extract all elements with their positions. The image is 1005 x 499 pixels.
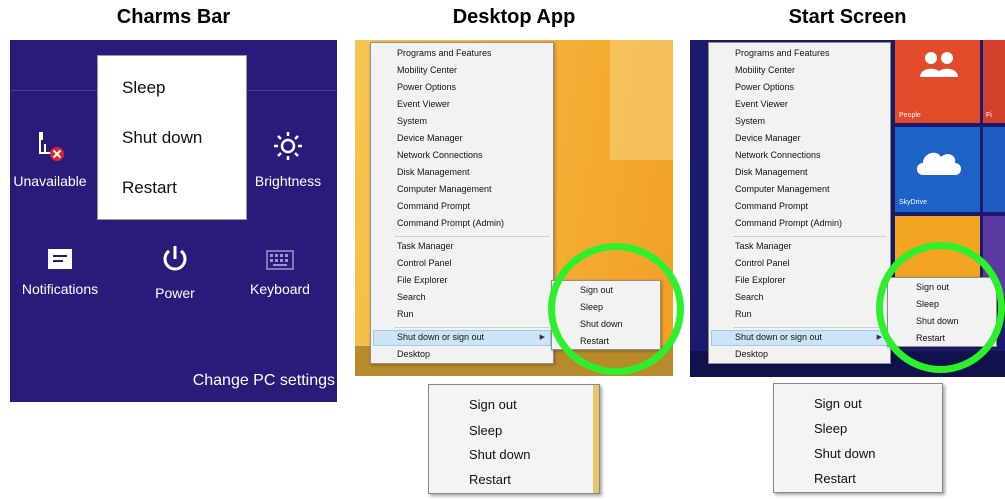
sign-out-option[interactable]: Sign out	[469, 397, 517, 412]
menu-item-disk-management[interactable]: Disk Management	[397, 167, 470, 177]
network-tile-label: Unavailable	[13, 173, 87, 189]
people-icon	[920, 52, 958, 77]
menu-separator	[395, 327, 549, 328]
network-tile[interactable]: Unavailable	[10, 130, 100, 189]
winx-context-menu-start: Programs and Features Mobility Center Powe…	[708, 42, 891, 364]
skydrive-tile[interactable]: SkyDrive	[895, 127, 980, 212]
change-pc-settings-link[interactable]: Change PC settings	[193, 372, 335, 390]
menu-separator	[395, 236, 549, 237]
menu-item-command-prompt-admin[interactable]: Command Prompt (Admin)	[397, 218, 504, 228]
menu-item-computer-management[interactable]: Computer Management	[735, 184, 830, 194]
menu-item-file-explorer[interactable]: File Explorer	[735, 275, 786, 285]
restart-option[interactable]: Restart	[814, 471, 856, 486]
skydrive-tile-label: SkyDrive	[899, 199, 928, 206]
menu-item-command-prompt[interactable]: Command Prompt	[735, 201, 808, 211]
heading-charms-bar: Charms Bar	[116, 6, 231, 28]
shutdown-submenu-enlarged-desktop: Sign out Sleep Shut down Restart	[428, 384, 600, 494]
menu-item-control-panel[interactable]: Control Panel	[397, 258, 452, 268]
keyboard-tile[interactable]: Keyboard	[230, 250, 330, 297]
menu-item-power-options[interactable]: Power Options	[397, 82, 456, 92]
menu-separator	[733, 327, 886, 328]
menu-item-desktop[interactable]: Desktop	[735, 349, 768, 359]
brightness-tile[interactable]: Brightness	[238, 130, 337, 189]
sleep-option[interactable]: Sleep	[814, 421, 847, 436]
menu-item-task-manager[interactable]: Task Manager	[397, 241, 454, 251]
cloud-icon	[917, 152, 961, 175]
menu-item-desktop[interactable]: Desktop	[397, 349, 430, 359]
menu-item-device-manager[interactable]: Device Manager	[735, 133, 801, 143]
shutdown-submenu-enlarged-start: Sign out Sleep Shut down Restart	[773, 383, 943, 493]
shut-down-option[interactable]: Shut down	[469, 447, 530, 462]
network-unavailable-icon	[10, 130, 100, 165]
menu-item-file-explorer[interactable]: File Explorer	[397, 275, 448, 285]
power-tile[interactable]: Power	[125, 244, 225, 301]
highlight-circle-desktop	[548, 243, 684, 375]
menu-item-network-connections[interactable]: Network Connections	[735, 150, 821, 160]
fi-tile[interactable]: Fi	[983, 40, 1005, 123]
menu-separator	[733, 236, 886, 237]
menu-item-mobility-center[interactable]: Mobility Center	[397, 65, 457, 75]
menu-item-system[interactable]: System	[397, 116, 427, 126]
menu-item-shut-down-or-sign-out[interactable]: Shut down or sign out	[735, 332, 822, 342]
brightness-icon	[238, 130, 337, 165]
menu-item-network-connections[interactable]: Network Connections	[397, 150, 483, 160]
brightness-tile-label: Brightness	[254, 173, 322, 189]
submenu-arrow-icon: ▶	[539, 334, 545, 341]
desktop-wallpaper-highlight	[610, 40, 673, 160]
menu-item-power-options[interactable]: Power Options	[735, 82, 794, 92]
charms-settings-panel: Unavailable Brightness Notifications Pow…	[10, 40, 337, 402]
menu-item-run[interactable]: Run	[397, 309, 414, 319]
menu-item-task-manager[interactable]: Task Manager	[735, 241, 792, 251]
menu-item-control-panel[interactable]: Control Panel	[735, 258, 790, 268]
menu-item-event-viewer[interactable]: Event Viewer	[397, 99, 450, 109]
window-edge	[593, 385, 599, 493]
menu-item-system[interactable]: System	[735, 116, 765, 126]
menu-item-programs-and-features[interactable]: Programs and Features	[397, 48, 492, 58]
fi-tile-label: Fi	[986, 112, 992, 119]
menu-item-command-prompt[interactable]: Command Prompt	[397, 201, 470, 211]
menu-item-device-manager[interactable]: Device Manager	[397, 133, 463, 143]
sign-out-option[interactable]: Sign out	[814, 396, 862, 411]
menu-item-mobility-center[interactable]: Mobility Center	[735, 65, 795, 75]
menu-item-event-viewer[interactable]: Event Viewer	[735, 99, 788, 109]
people-tile[interactable]: People	[895, 40, 980, 123]
people-tile-label: People	[899, 112, 921, 119]
sleep-option[interactable]: Sleep	[122, 78, 165, 98]
menu-item-shut-down-or-sign-out[interactable]: Shut down or sign out	[397, 332, 484, 342]
keyboard-icon	[230, 250, 330, 273]
keyboard-tile-label: Keyboard	[250, 281, 310, 297]
sleep-option[interactable]: Sleep	[469, 423, 502, 438]
notifications-tile[interactable]: Notifications	[10, 248, 110, 297]
menu-item-computer-management[interactable]: Computer Management	[397, 184, 492, 194]
shut-down-option[interactable]: Shut down	[814, 446, 875, 461]
tile-blue[interactable]	[983, 127, 1005, 212]
power-options-popup: Sleep Shut down Restart	[98, 56, 246, 219]
heading-start-screen: Start Screen	[788, 6, 907, 28]
highlight-circle-start	[876, 242, 1005, 373]
heading-desktop-app: Desktop App	[452, 6, 576, 28]
restart-option[interactable]: Restart	[469, 472, 511, 487]
menu-item-disk-management[interactable]: Disk Management	[735, 167, 808, 177]
restart-option[interactable]: Restart	[122, 178, 177, 198]
menu-item-programs-and-features[interactable]: Programs and Features	[735, 48, 830, 58]
menu-item-run[interactable]: Run	[735, 309, 752, 319]
winx-context-menu-desktop: Programs and Features Mobility Center Powe…	[370, 42, 554, 364]
notifications-tile-label: Notifications	[21, 281, 99, 297]
menu-item-search[interactable]: Search	[735, 292, 764, 302]
power-icon	[125, 244, 225, 277]
notifications-icon	[10, 248, 110, 273]
menu-item-search[interactable]: Search	[397, 292, 426, 302]
shut-down-option[interactable]: Shut down	[122, 128, 202, 148]
menu-item-command-prompt-admin[interactable]: Command Prompt (Admin)	[735, 218, 842, 228]
power-tile-label: Power	[155, 285, 195, 301]
